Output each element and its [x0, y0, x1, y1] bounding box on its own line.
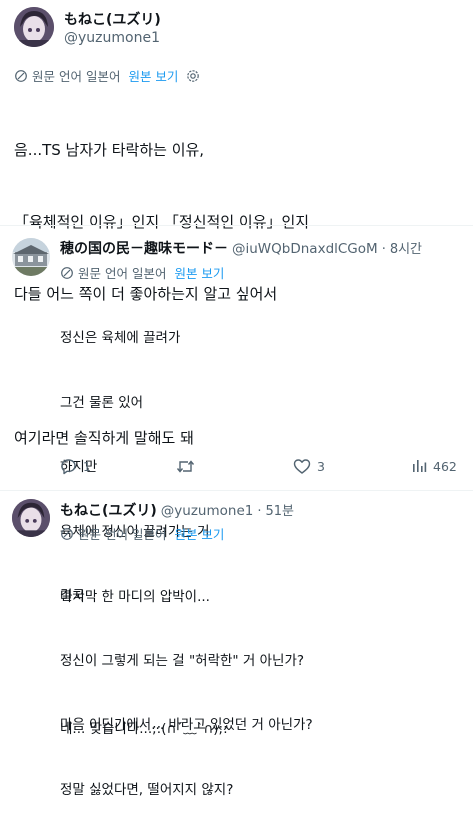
translation-bar: 원문 언어 일본어 원본 보기 — [60, 524, 224, 543]
avatar-image — [12, 499, 50, 537]
avatar-image — [14, 7, 54, 47]
translate-icon — [60, 266, 74, 280]
retweet-button[interactable] — [176, 458, 201, 475]
view-count: 462 — [433, 458, 457, 474]
view-original-link[interactable]: 원본 보기 — [174, 524, 224, 543]
settings-icon[interactable] — [186, 69, 200, 83]
translation-bar: 원문 언어 일본어 원본 보기 — [60, 263, 224, 282]
translate-icon — [14, 69, 28, 83]
translation-label: 원문 언어 일본어 — [78, 527, 167, 542]
like-count: 3 — [317, 459, 325, 474]
view-original-link[interactable]: 원본 보기 — [128, 66, 178, 85]
timestamp[interactable]: 51분 — [266, 500, 295, 519]
timestamp[interactable]: 8시간 — [390, 238, 422, 257]
avatar[interactable] — [12, 238, 50, 276]
translation-bar: 원문 언어 일본어 원본 보기 — [14, 66, 200, 85]
divider — [0, 490, 473, 491]
views-icon — [411, 458, 427, 474]
reply-header: 穂の国の民－趣味モード－ @iuWQbDnaxdlCGoM · 8시간 — [60, 238, 422, 258]
divider — [0, 225, 473, 226]
translate-icon — [60, 527, 74, 541]
reply-header: もねこ(ユズリ) @yuzumone1 · 51분 — [60, 500, 294, 520]
avatar-image — [12, 238, 50, 276]
author-handle[interactable]: @yuzumone1 — [64, 30, 160, 46]
author-handle[interactable]: @yuzumone1 — [161, 503, 254, 519]
separator-dot: · — [257, 504, 262, 519]
author-handle[interactable]: @iuWQbDnaxdlCGoM — [232, 241, 378, 257]
reply-count: 1 — [83, 459, 91, 474]
tweet-line: 음...TS 남자가 타락하는 이유, — [14, 141, 205, 159]
reply-icon — [60, 458, 77, 475]
reply-line: 그건 물론 있어 — [60, 394, 144, 411]
reply-line: 마지막 한 마디의 압박이... — [60, 589, 210, 605]
reply-line: 정말 싫었다면, 떨어지지 않지? — [60, 781, 234, 798]
author-name[interactable]: もねこ(ユズリ) — [60, 500, 157, 520]
retweet-icon — [176, 458, 195, 475]
reply-line: 정신은 육체에 끌려가 — [60, 330, 181, 346]
views-button[interactable]: 462 — [411, 458, 457, 474]
translation-label: 원문 언어 일본어 — [32, 69, 121, 84]
avatar[interactable] — [12, 499, 50, 537]
reply-text: 마지막 한 마디의 압박이... 네... 맞습니다...;:(∩´﹏`∩);: — [60, 542, 228, 762]
separator-dot: · — [381, 242, 386, 257]
reply-line — [60, 652, 228, 674]
tweet-line: 「육체적인 이유」인지 「정신적인 이유」인지 — [14, 213, 310, 231]
author-name[interactable]: もねこ(ユズリ) — [64, 9, 161, 29]
like-icon — [293, 458, 311, 475]
reply-line: 네... 맞습니다...;:(∩´﹏`∩);: — [60, 721, 228, 737]
author-name[interactable]: 穂の国の民－趣味モード－ — [60, 238, 228, 258]
like-button[interactable]: 3 — [293, 458, 325, 475]
translation-label: 원문 언어 일본어 — [78, 266, 167, 281]
avatar[interactable] — [14, 7, 54, 47]
reply-button[interactable]: 1 — [60, 458, 91, 475]
view-original-link[interactable]: 원본 보기 — [174, 263, 224, 282]
